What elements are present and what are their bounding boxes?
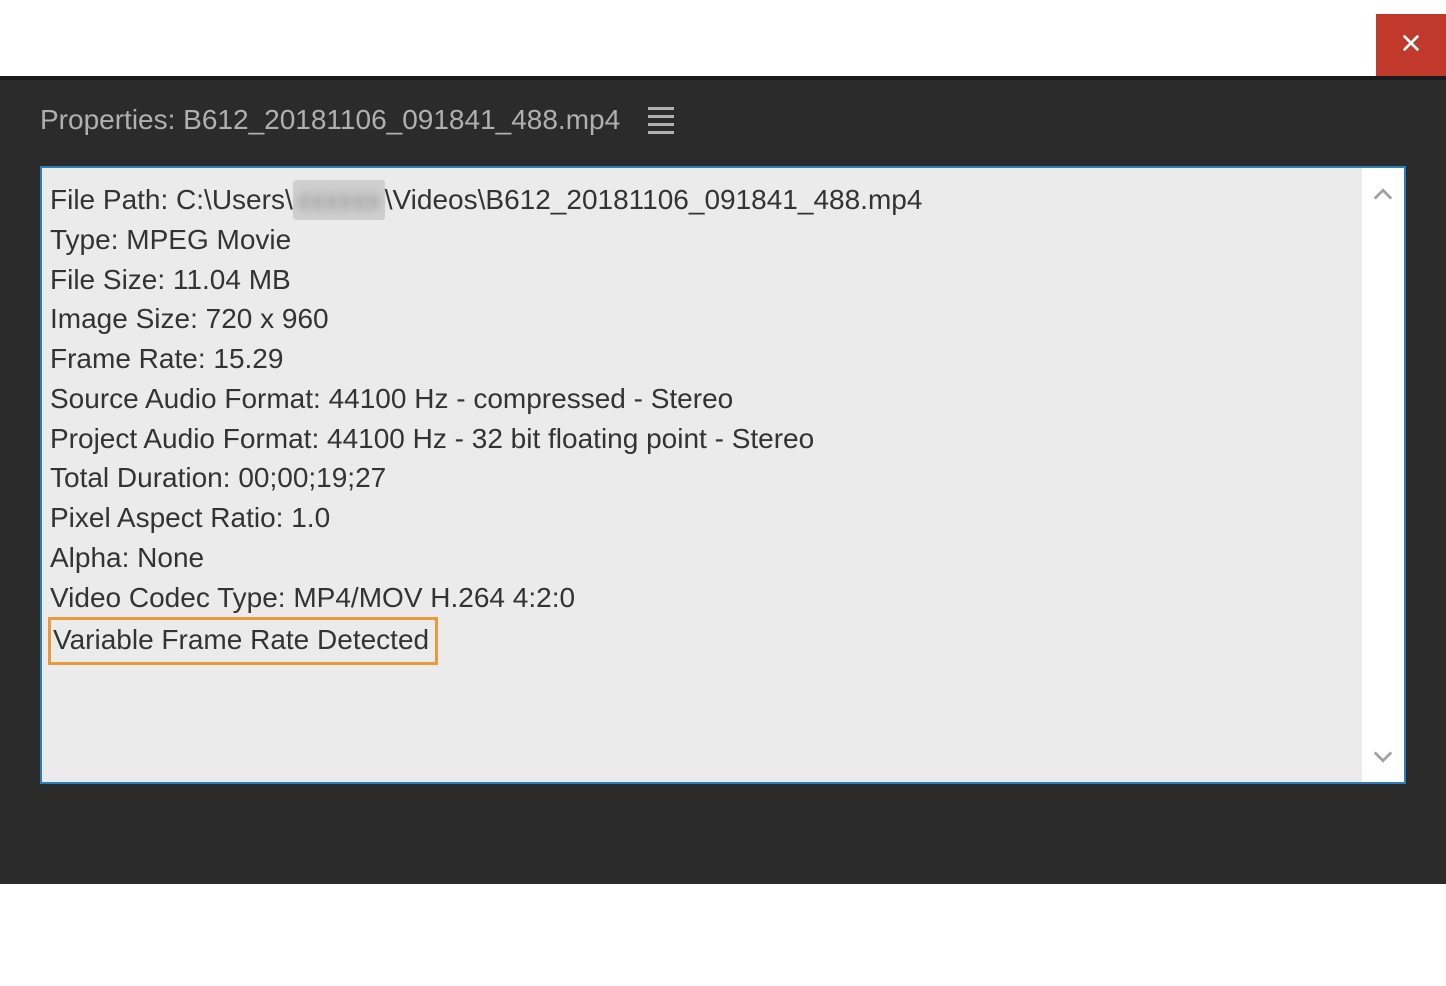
- prop-video-codec: Video Codec Type: MP4/MOV H.264 4:2:0: [50, 578, 1354, 618]
- panel-title: Properties: B612_20181106_091841_488.mp4: [40, 104, 620, 136]
- properties-box: File Path: C:\Users\xxxxxx\Videos\B612_2…: [40, 166, 1406, 784]
- prop-project-audio: Project Audio Format: 44100 Hz - 32 bit …: [50, 419, 1354, 459]
- scroll-down-button[interactable]: [1372, 741, 1394, 772]
- file-path-suffix: \Videos\B612_20181106_091841_488.mp4: [385, 184, 923, 215]
- file-path-user-redacted: xxxxxx: [293, 180, 385, 220]
- close-icon: [1400, 32, 1422, 59]
- panel-menu-button[interactable]: [648, 107, 674, 134]
- hamburger-icon: [648, 107, 674, 110]
- prop-file-path: File Path: C:\Users\xxxxxx\Videos\B612_2…: [50, 180, 1354, 220]
- prop-alpha: Alpha: None: [50, 538, 1354, 578]
- chevron-up-icon: [1372, 178, 1394, 208]
- close-button[interactable]: [1376, 14, 1446, 76]
- hamburger-line: [648, 131, 674, 134]
- prop-total-duration: Total Duration: 00;00;19;27: [50, 458, 1354, 498]
- panel-title-prefix: Properties:: [40, 104, 183, 135]
- prop-pixel-aspect: Pixel Aspect Ratio: 1.0: [50, 498, 1354, 538]
- prop-type: Type: MPEG Movie: [50, 220, 1354, 260]
- scrollbar[interactable]: [1362, 168, 1404, 782]
- file-path-prefix: File Path: C:\Users\: [50, 184, 293, 215]
- hamburger-line: [648, 123, 674, 126]
- prop-file-size: File Size: 11.04 MB: [50, 260, 1354, 300]
- panel-title-filename: B612_20181106_091841_488.mp4: [183, 104, 620, 135]
- prop-frame-rate: Frame Rate: 15.29: [50, 339, 1354, 379]
- prop-source-audio: Source Audio Format: 44100 Hz - compress…: [50, 379, 1354, 419]
- properties-content: File Path: C:\Users\xxxxxx\Videos\B612_2…: [42, 168, 1362, 782]
- panel-header: Properties: B612_20181106_091841_488.mp4: [0, 80, 1446, 166]
- prop-image-size: Image Size: 720 x 960: [50, 299, 1354, 339]
- panel-bottom-space: [0, 784, 1446, 884]
- hamburger-line: [648, 115, 674, 118]
- properties-panel: Properties: B612_20181106_091841_488.mp4…: [0, 80, 1446, 884]
- scroll-up-button[interactable]: [1372, 178, 1394, 209]
- prop-vfr-warning-row: Variable Frame Rate Detected: [50, 617, 1354, 665]
- chevron-down-icon: [1372, 741, 1394, 771]
- top-bar: [0, 0, 1446, 76]
- vfr-highlight: Variable Frame Rate Detected: [48, 617, 438, 665]
